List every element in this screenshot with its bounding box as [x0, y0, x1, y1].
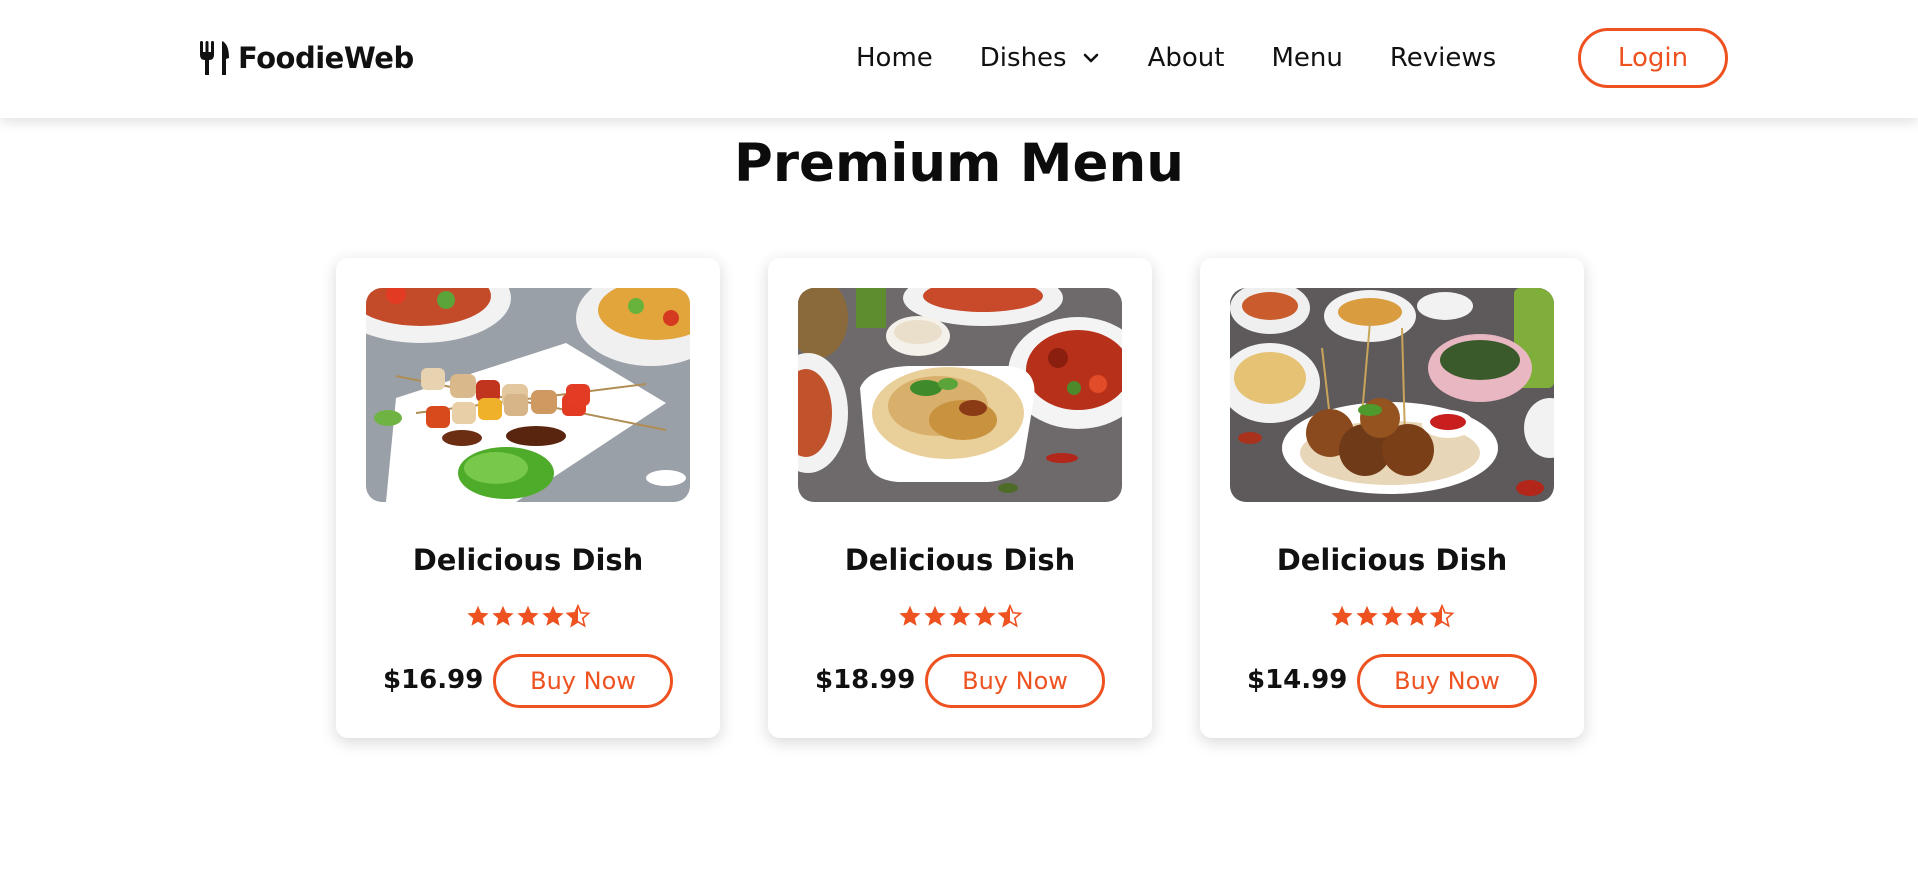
star-icon — [542, 605, 564, 626]
dish-title: Delicious Dish — [412, 543, 644, 577]
dish-image-fried-balls[interactable] — [1230, 288, 1554, 502]
nav-dishes-label: Dishes — [979, 43, 1067, 73]
star-icon — [949, 605, 971, 626]
star-icon — [1331, 605, 1353, 626]
brand-name: FoodieWeb — [238, 41, 414, 75]
nav-menu[interactable]: Menu — [1271, 43, 1342, 73]
nav-home[interactable]: Home — [856, 43, 933, 73]
rating-stars — [1200, 604, 1584, 628]
dish-title: Delicious Dish — [1276, 543, 1508, 577]
top-navbar: FoodieWeb Home Dishes About Menu Reviews… — [0, 0, 1918, 118]
brand-logo[interactable]: FoodieWeb — [198, 38, 414, 78]
menu-cards: Delicious Dish $16.99 Buy Now Delicious … — [336, 258, 1584, 738]
dish-price: $14.99 — [1247, 665, 1348, 695]
buy-now-button[interactable]: Buy Now — [1357, 654, 1537, 708]
dish-image-skewers[interactable] — [366, 288, 690, 502]
fork-knife-icon — [200, 41, 229, 75]
star-icon — [517, 605, 539, 626]
dish-price: $16.99 — [383, 665, 484, 695]
rating-stars — [768, 604, 1152, 628]
star-icon — [974, 605, 996, 626]
dish-image-biryani[interactable] — [798, 288, 1122, 502]
half-star-icon — [566, 604, 590, 627]
nav-about[interactable]: About — [1148, 43, 1225, 73]
dish-card: Delicious Dish $16.99 Buy Now — [336, 258, 720, 738]
star-icon — [492, 605, 514, 626]
buy-now-button[interactable]: Buy Now — [925, 654, 1105, 708]
star-icon — [1406, 605, 1428, 626]
dish-card: Delicious Dish $18.99 Buy Now — [768, 258, 1152, 738]
star-icon — [1381, 605, 1403, 626]
dish-price: $18.99 — [815, 665, 916, 695]
star-icon — [1356, 605, 1378, 626]
main-nav: Home Dishes About Menu Reviews — [856, 40, 1496, 76]
nav-reviews[interactable]: Reviews — [1390, 43, 1496, 73]
login-button[interactable]: Login — [1578, 28, 1728, 88]
half-star-icon — [1430, 604, 1454, 627]
chevron-down-icon — [1083, 53, 1098, 63]
dish-card: Delicious Dish $14.99 Buy Now — [1200, 258, 1584, 738]
star-icon — [467, 605, 489, 626]
star-icon — [924, 605, 946, 626]
buy-now-button[interactable]: Buy Now — [493, 654, 673, 708]
rating-stars — [336, 604, 720, 628]
dish-title: Delicious Dish — [844, 543, 1076, 577]
section-title: Premium Menu — [734, 133, 1184, 194]
star-icon — [899, 605, 921, 626]
half-star-icon — [998, 604, 1022, 627]
nav-dishes-dropdown[interactable]: Dishes — [980, 43, 1101, 73]
